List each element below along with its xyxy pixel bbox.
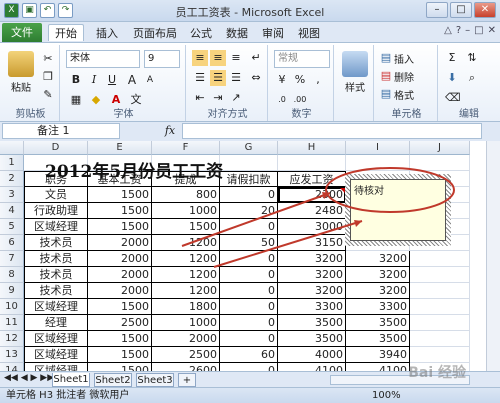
sheet-tab-3[interactable]: Sheet3 [136, 373, 174, 387]
annotation-arrow-2 [213, 220, 363, 268]
new-sheet-icon[interactable]: + [178, 373, 196, 387]
sheet-tab-1[interactable]: Sheet1 [52, 373, 90, 387]
status-bar: 单元格 H3 批注者 微软用户 100% [0, 387, 500, 403]
zoom-level[interactable]: 100% [372, 388, 401, 403]
sheet-tab-2[interactable]: Sheet2 [94, 373, 132, 387]
sheet-nav-icon[interactable]: ◀◀ ◀ ▶ ▶▶ [4, 373, 54, 383]
annotation-arrowhead-2 [354, 220, 362, 227]
annotation-overlay [181, 167, 455, 268]
status-text: 单元格 H3 批注者 微软用户 [6, 390, 130, 401]
annotation-circle [325, 167, 455, 213]
watermark: Bai 经验 [408, 365, 466, 381]
